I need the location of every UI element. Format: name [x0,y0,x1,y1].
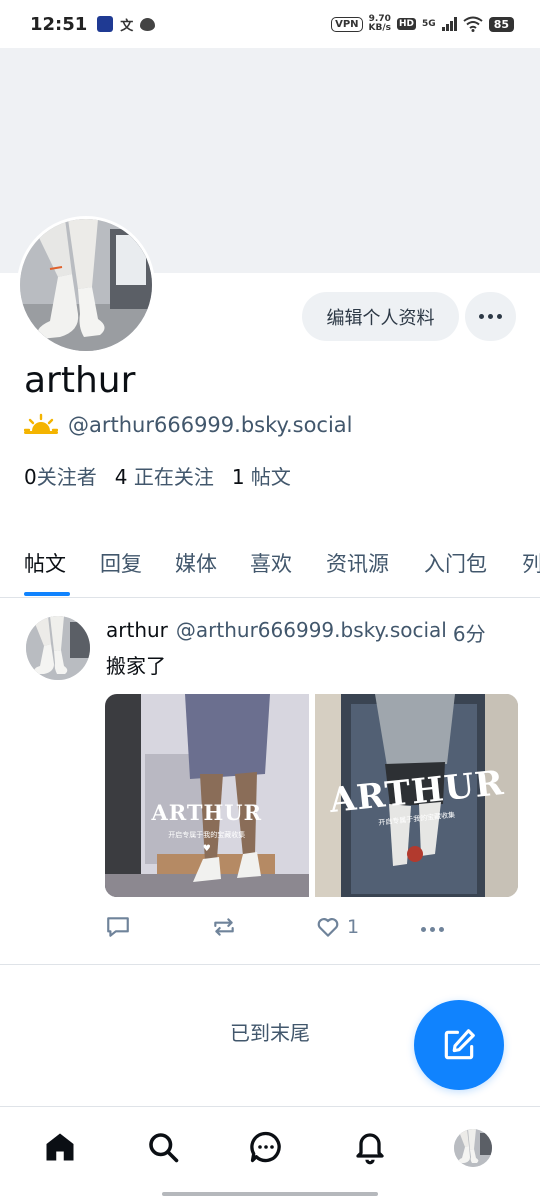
profile-avatar[interactable] [17,216,155,354]
post-image-2[interactable]: ARTHUR 开启专属于我的宝藏收集 [314,694,518,897]
more-dot-icon [479,314,484,319]
followers-stat[interactable]: 0关注者 [24,461,97,490]
post-more-button[interactable] [421,914,444,944]
post-header: arthur @arthur666999.bsky.social 6分 [106,618,520,647]
status-time: 12:51 [30,13,88,35]
battery-indicator: 85 [488,16,514,32]
active-tab-indicator [24,592,70,596]
post-text: 搬家了 [106,654,166,678]
hd-badge: HD [397,18,417,30]
tab-likes[interactable]: 喜欢 [250,548,292,578]
image-1-caption: 开启专属于我的宝藏收集 [168,831,246,839]
post-author-name[interactable]: arthur [106,618,168,647]
nav-notifications[interactable] [350,1127,390,1167]
display-name: arthur [24,360,136,401]
repost-button[interactable] [211,914,237,940]
home-indicator[interactable] [162,1192,378,1196]
like-count: 1 [347,916,360,938]
search-icon [149,1133,179,1163]
app-notification-icon [97,16,114,32]
edit-profile-button[interactable]: 编辑个人资料 [302,292,459,341]
reply-icon [107,917,129,937]
profile-more-button[interactable] [465,292,516,341]
post-author-avatar[interactable] [26,616,90,680]
home-icon [46,1133,74,1161]
compose-icon [444,1029,475,1060]
posts-stat: 1 帖文 [231,465,291,489]
repost-icon [214,918,234,936]
more-dot-icon [421,926,426,932]
sun-behind-cloud-icon [24,413,58,434]
chat-icon [250,1131,281,1163]
nav-home[interactable] [40,1127,80,1167]
post-image-grid: ARTHUR 开启专属于我的宝藏收集 ♥ ARTHUR 开启专属于我的宝藏收集 [105,694,518,897]
nav-chat[interactable] [246,1127,286,1167]
following-stat[interactable]: 4 正在关注 [115,461,214,490]
avatar-photo [20,219,152,351]
profile-stats: 0关注者 4 正在关注 1 帖文 [24,461,291,490]
post-image-1[interactable]: ARTHUR 开启专属于我的宝藏收集 ♥ [105,694,309,897]
nav-profile-avatar[interactable] [454,1129,492,1167]
tab-replies[interactable]: 回复 [100,548,142,578]
tab-starter-packs[interactable]: 入门包 [424,548,487,578]
signal-icon [441,17,457,31]
feed-divider [0,964,540,965]
like-button[interactable]: 1 [315,914,359,940]
compose-post-button[interactable] [414,1000,504,1090]
network-speed: 9.70 KB/s [368,14,392,33]
heart-icon [317,918,339,937]
reply-button[interactable] [105,914,131,940]
profile-tabs: 帖文 回复 媒体 喜欢 资讯源 入门包 列表 [0,540,540,598]
tab-posts[interactable]: 帖文 [24,548,66,578]
network-type: 5G [422,19,436,29]
nav-search[interactable] [143,1127,183,1167]
image-1-watermark: ARTHUR [151,800,263,825]
profile-handle: @arthur666999.bsky.social [68,413,353,437]
tab-media[interactable]: 媒体 [175,548,217,578]
post-actions: 1 [105,914,525,946]
tab-lists[interactable]: 列表 [522,548,540,578]
post-timestamp[interactable]: 6分 [453,618,486,647]
tab-feeds[interactable]: 资讯源 [326,548,389,578]
bottom-navigation [0,1106,540,1200]
handle-row: @arthur666999.bsky.social [24,413,353,437]
wifi-icon [463,16,483,32]
message-notification-icon [140,17,156,31]
vpn-badge: VPN [331,16,363,32]
translate-notification-icon: 文 [120,18,134,34]
post-author-handle[interactable]: @arthur666999.bsky.social [176,618,447,647]
status-bar: 12:51 文 VPN 9.70 KB/s HD 5G 85 [0,0,540,48]
bell-icon [356,1133,384,1165]
